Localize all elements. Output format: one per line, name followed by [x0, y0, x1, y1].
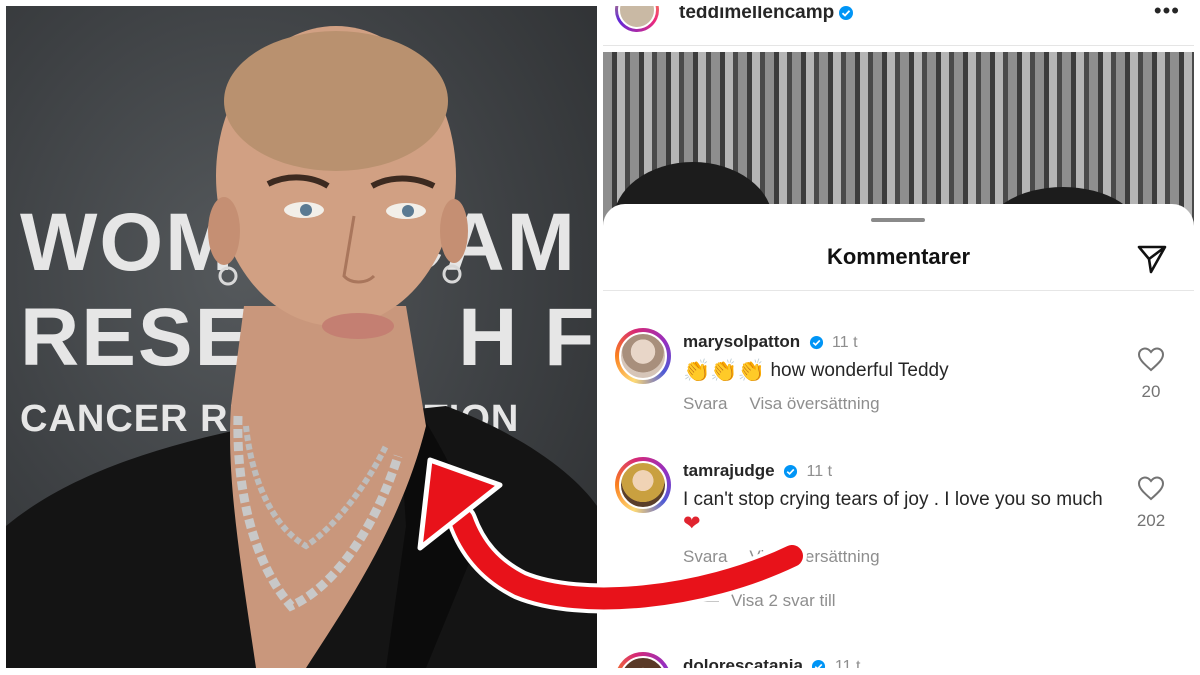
sheet-title: Kommentarer: [826, 244, 971, 269]
lips: [322, 313, 394, 339]
comment-header: marysolpatton 11 t: [683, 332, 858, 352]
verified-icon: [812, 660, 826, 668]
commenter-avatar[interactable]: [615, 457, 671, 513]
reply-button[interactable]: Svara: [683, 547, 727, 566]
verified-icon: [784, 465, 798, 479]
comment-actions: Svara Visa översättning: [683, 547, 880, 567]
comment-timestamp: 11 t: [832, 334, 858, 351]
comments-sheet: Kommentarer marysolpatton 11 t 👏👏👏 how w…: [603, 204, 1194, 668]
red-heart-emoji: ❤: [683, 512, 701, 535]
scalp: [224, 31, 448, 171]
clapping-hands-emoji: 👏👏👏: [683, 358, 766, 383]
post-header: teddimellencamp •••: [603, 6, 1194, 46]
commenter-avatar[interactable]: [615, 328, 671, 384]
view-replies-button[interactable]: Visa 2 svar till: [683, 591, 836, 611]
comment-header: dolorescatania 11 t: [683, 656, 860, 668]
verified-icon: [839, 6, 854, 20]
comment-like[interactable]: 202: [1131, 475, 1171, 531]
comment-username[interactable]: marysolpatton: [683, 332, 800, 351]
like-count: 20: [1141, 382, 1161, 401]
post-author-avatar[interactable]: [615, 6, 659, 32]
comment-text-body: how wonderful Teddy: [770, 360, 949, 381]
reply-button[interactable]: Svara: [683, 394, 727, 413]
person-portrait: [6, 26, 597, 668]
comment-timestamp: 11 t: [834, 658, 861, 668]
comment-header: tamrajudge 11 t: [683, 461, 832, 481]
comment-text-body: I can't stop crying tears of joy . I lov…: [683, 489, 1103, 510]
earring-right: [442, 264, 462, 284]
see-translation-button[interactable]: Visa översättning: [749, 547, 879, 566]
paper-plane-icon[interactable]: [1135, 242, 1169, 276]
comment-text: I can't stop crying tears of joy . I lov…: [683, 488, 1103, 537]
like-count: 202: [1136, 511, 1166, 530]
see-translation-button[interactable]: Visa översättning: [749, 394, 879, 413]
post-author-username-text: teddimellencamp: [679, 6, 835, 23]
heart-icon[interactable]: [1137, 475, 1165, 501]
more-horizontal-icon[interactable]: •••: [1154, 6, 1180, 24]
sheet-divider: [603, 290, 1194, 291]
earring-left: [218, 266, 238, 286]
comment-text: 👏👏👏 how wonderful Teddy: [683, 359, 1103, 383]
comment-like[interactable]: 20: [1131, 346, 1171, 402]
comment-timestamp: 11 t: [806, 463, 833, 480]
ear-right: [440, 199, 468, 263]
commenter-avatar[interactable]: [615, 652, 671, 668]
post-author-username[interactable]: teddimellencamp: [679, 6, 854, 24]
ear-left: [208, 197, 240, 265]
replies-divider: [683, 601, 719, 603]
instagram-screenshot: teddimellencamp ••• Kommentarer marysolp…: [603, 6, 1194, 668]
left-photo: WOM CAM RESEA H FU CANCER RE DATION: [6, 6, 597, 668]
sheet-drag-handle[interactable]: [871, 218, 925, 222]
verified-icon: [809, 336, 823, 350]
heart-icon[interactable]: [1137, 346, 1165, 372]
comment-username[interactable]: dolorescatania: [683, 656, 803, 668]
view-replies-label: Visa 2 svar till: [731, 591, 836, 610]
comment-actions: Svara Visa översättning: [683, 394, 880, 414]
comment-username[interactable]: tamrajudge: [683, 461, 775, 480]
